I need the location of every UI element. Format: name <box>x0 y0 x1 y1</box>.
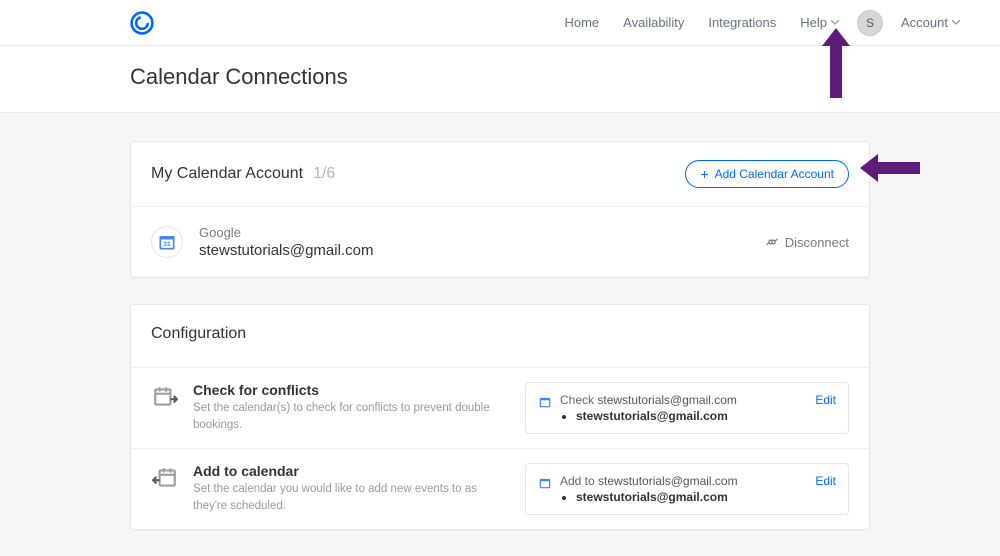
chevron-down-icon <box>831 20 839 25</box>
avatar[interactable]: S <box>857 10 883 36</box>
nav-help[interactable]: Help <box>788 0 851 46</box>
calendar-account-title: My Calendar Account <box>151 165 303 183</box>
calendar-mini-icon <box>538 476 552 490</box>
conflicts-summary-item: stewstutorials@gmail.com <box>576 409 805 423</box>
conflicts-summary: Check stewstutorials@gmail.com stewstuto… <box>525 382 849 434</box>
disconnect-button[interactable]: Disconnect <box>765 235 849 250</box>
configuration-card: Configuration Check for conflicts Set th… <box>130 304 870 530</box>
configuration-header: Configuration <box>131 305 869 367</box>
addcal-edit-button[interactable]: Edit <box>815 474 836 488</box>
account-email: stewstutorials@gmail.com <box>199 242 373 259</box>
configuration-title: Configuration <box>151 325 849 343</box>
calendar-mini-icon <box>538 395 552 409</box>
nav-home[interactable]: Home <box>552 0 611 46</box>
content: My Calendar Account 1/6 + Add Calendar A… <box>130 141 870 530</box>
addcal-subtitle: Set the calendar you would like to add n… <box>193 481 493 514</box>
conflicts-summary-prefix: Check <box>560 393 597 407</box>
conflicts-title: Check for conflicts <box>193 382 493 398</box>
calendar-account-card: My Calendar Account 1/6 + Add Calendar A… <box>130 141 870 278</box>
page-title-bar: Calendar Connections <box>0 46 1000 113</box>
calendar-account-row: 31 Google stewstutorials@gmail.com Disco… <box>131 207 869 277</box>
nav-integrations[interactable]: Integrations <box>696 0 788 46</box>
calendar-account-header: My Calendar Account 1/6 + Add Calendar A… <box>131 142 869 207</box>
app-logo[interactable] <box>128 9 156 37</box>
svg-text:31: 31 <box>163 241 171 248</box>
top-nav: Home Availability Integrations Help S Ac… <box>0 0 1000 46</box>
plus-icon: + <box>700 167 708 181</box>
page-title: Calendar Connections <box>130 64 1000 90</box>
nav-availability[interactable]: Availability <box>611 0 696 46</box>
calendar-arrow-left-icon <box>151 465 179 493</box>
google-calendar-icon: 31 <box>151 226 183 258</box>
nav-account[interactable]: Account <box>889 0 972 46</box>
conflicts-edit-button[interactable]: Edit <box>815 393 836 407</box>
addcal-summary-email: stewstutorials@gmail.com <box>598 474 738 488</box>
calendar-account-count: 1/6 <box>313 165 335 183</box>
account-provider: Google <box>199 225 373 240</box>
disconnect-icon <box>765 235 779 249</box>
addcal-title: Add to calendar <box>193 463 493 479</box>
addcal-summary-prefix: Add to <box>560 474 598 488</box>
config-row-add-to-calendar: Add to calendar Set the calendar you wou… <box>131 448 869 529</box>
add-calendar-account-button[interactable]: + Add Calendar Account <box>685 160 849 188</box>
conflicts-subtitle: Set the calendar(s) to check for conflic… <box>193 400 493 433</box>
account-info: Google stewstutorials@gmail.com <box>199 225 373 259</box>
calendar-arrow-right-icon <box>151 384 179 412</box>
conflicts-summary-email: stewstutorials@gmail.com <box>597 393 737 407</box>
chevron-down-icon <box>952 20 960 25</box>
addcal-summary-item: stewstutorials@gmail.com <box>576 490 805 504</box>
addcal-summary: Add to stewstutorials@gmail.com stewstut… <box>525 463 849 515</box>
config-row-conflicts: Check for conflicts Set the calendar(s) … <box>131 367 869 448</box>
